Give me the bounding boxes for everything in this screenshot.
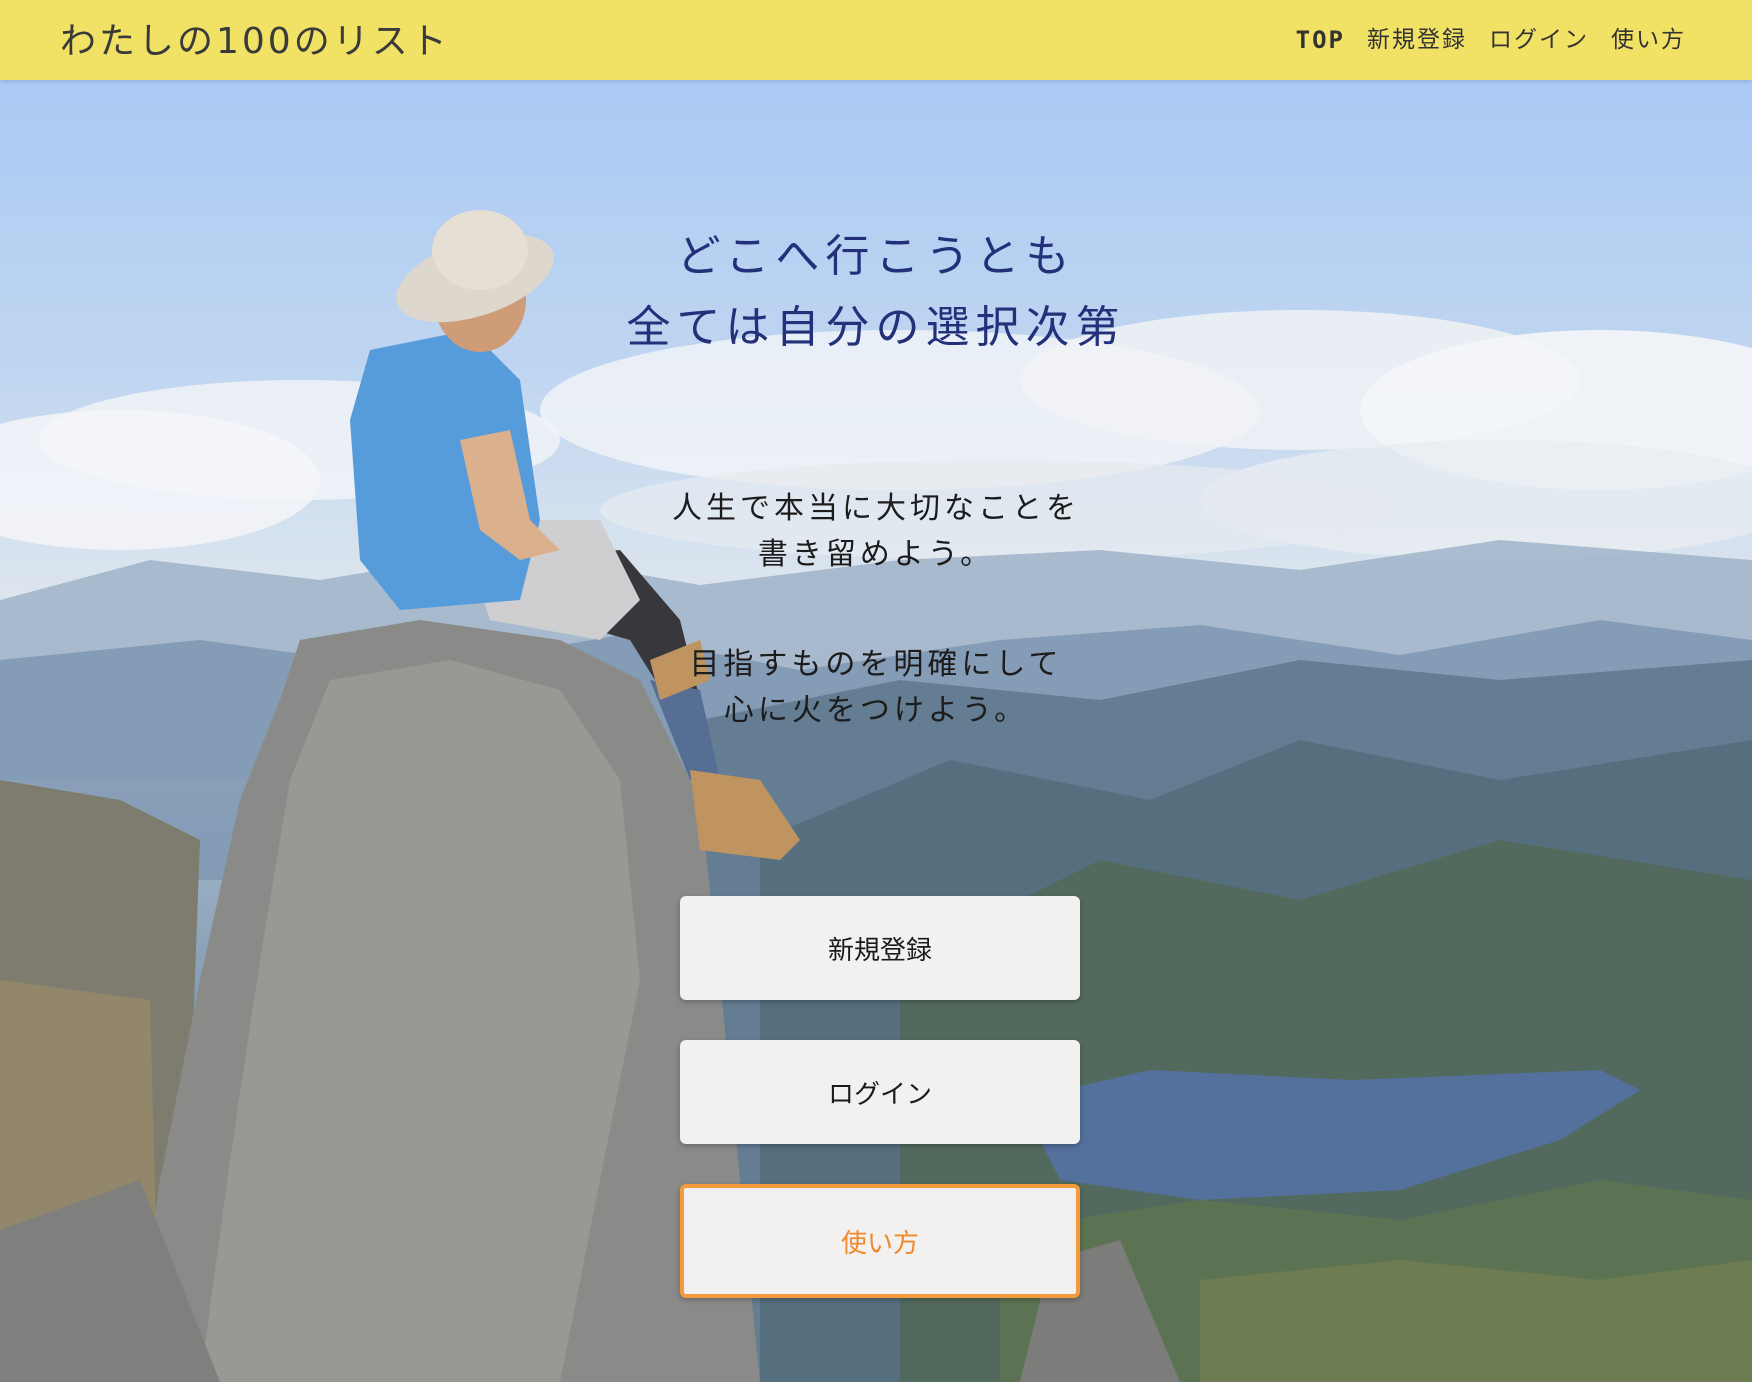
hero-paragraph1-line2: 書き留めよう。 bbox=[757, 537, 995, 572]
landing-page: わたしの100のリスト TOP 新規登録 ログイン 使い方 どこへ行こうとも 全… bbox=[0, 0, 1752, 1382]
hero-paragraph2-line1: 目指すものを明確にして bbox=[689, 647, 1063, 682]
register-button[interactable]: 新規登録 bbox=[680, 896, 1080, 1000]
hero-paragraph1-line1: 人生で本当に大切なことを bbox=[672, 491, 1080, 526]
nav-link-howto[interactable]: 使い方 bbox=[1611, 24, 1686, 56]
login-button[interactable]: ログイン bbox=[680, 1040, 1080, 1144]
header-nav: TOP 新規登録 ログイン 使い方 bbox=[1296, 24, 1686, 56]
nav-link-register[interactable]: 新規登録 bbox=[1367, 24, 1467, 56]
site-header: わたしの100のリスト TOP 新規登録 ログイン 使い方 bbox=[0, 0, 1752, 80]
site-logo[interactable]: わたしの100のリスト bbox=[60, 20, 450, 64]
nav-link-top[interactable]: TOP bbox=[1296, 24, 1345, 56]
hero-headline-line1: どこへ行こうとも bbox=[676, 231, 1076, 282]
nav-link-login[interactable]: ログイン bbox=[1489, 24, 1589, 56]
hero-paragraph2-line2: 心に火をつけよう。 bbox=[723, 693, 1029, 728]
hero-headline-line2: 全ては自分の選択次第 bbox=[626, 302, 1126, 353]
howto-button[interactable]: 使い方 bbox=[680, 1184, 1080, 1298]
